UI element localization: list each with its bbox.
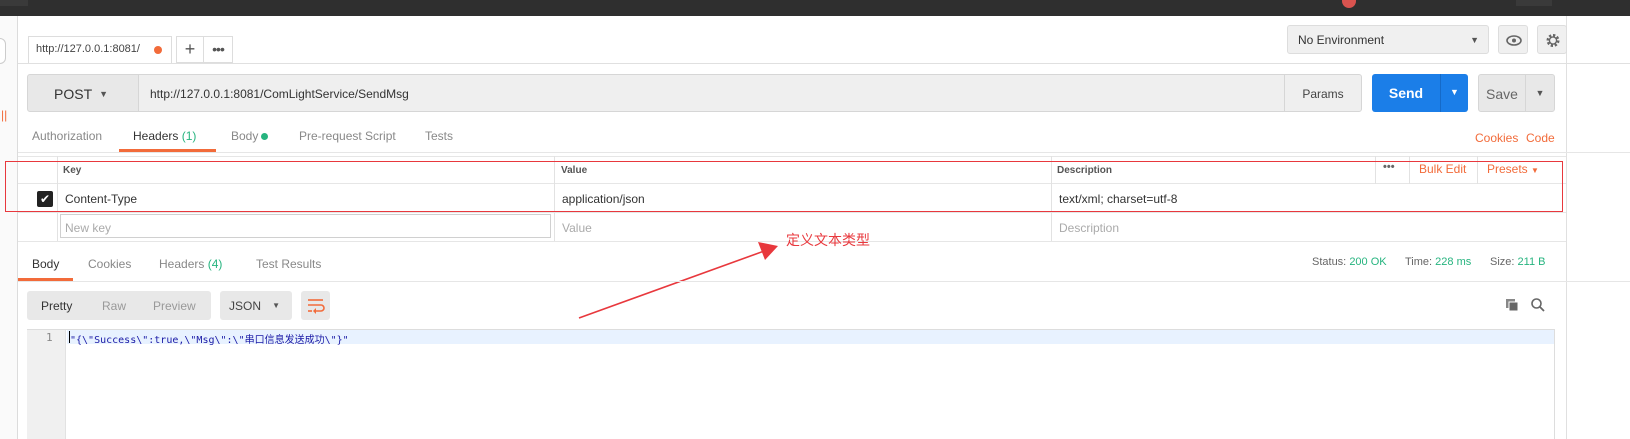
window-top-bar	[0, 0, 1630, 16]
response-tab-test-results[interactable]: Test Results	[256, 257, 321, 271]
tab-headers-count: (1)	[181, 129, 197, 143]
annotation-highlight-box	[5, 161, 1563, 212]
response-tab-headers-label: Headers	[159, 257, 205, 271]
caret-down-icon: ▼	[272, 301, 280, 310]
response-size: Size: 211 B	[1490, 256, 1545, 268]
code-link[interactable]: Code	[1526, 131, 1555, 145]
new-description-input[interactable]: Description	[1059, 221, 1119, 235]
tab-authorization[interactable]: Authorization	[32, 129, 102, 143]
environment-select-value: No Environment	[1298, 33, 1385, 47]
tab-body-label: Body	[231, 129, 259, 143]
response-status: Status: 200 OK	[1312, 256, 1387, 268]
params-button[interactable]: Params	[1284, 74, 1362, 112]
tab-headers-label: Headers	[133, 129, 179, 143]
line-number: 1	[46, 331, 53, 344]
plus-icon: +	[184, 39, 196, 59]
method-select[interactable]: POST ▼	[27, 74, 139, 112]
size-value: 211 B	[1517, 256, 1546, 268]
caret-down-icon: ▼	[1450, 87, 1459, 97]
sidebar-toggle-icon[interactable]	[0, 38, 6, 64]
language-select[interactable]: JSON ▼	[220, 291, 292, 320]
tab-options-button[interactable]: •••	[203, 36, 233, 63]
annotation-label: 定义文本类型	[786, 232, 870, 248]
size-label: Size:	[1490, 256, 1515, 268]
response-tab-body[interactable]: Body	[32, 257, 59, 271]
caret-down-icon: ▼	[99, 89, 108, 99]
tab-prerequest-script[interactable]: Pre-request Script	[299, 129, 396, 143]
tab-body[interactable]: Body	[231, 129, 269, 143]
send-button[interactable]: Send	[1372, 74, 1440, 112]
right-divider	[1566, 16, 1567, 439]
response-time: Time: 228 ms	[1405, 256, 1471, 268]
text-cursor	[69, 331, 70, 343]
time-label: Time:	[1405, 256, 1433, 268]
send-options-button[interactable]: ▼	[1440, 74, 1468, 112]
request-tab[interactable]: http://127.0.0.1:8081/	[28, 36, 172, 64]
new-key-input[interactable]: New key	[65, 221, 111, 235]
cookies-link[interactable]: Cookies	[1475, 131, 1518, 145]
tab-headers[interactable]: Headers (1)	[133, 129, 196, 143]
response-tab-cookies[interactable]: Cookies	[88, 257, 131, 271]
notification-badge-icon[interactable]	[1342, 0, 1356, 8]
sidebar-edge: ||	[0, 16, 18, 439]
caret-down-icon: ▼	[1535, 88, 1545, 98]
pretty-button[interactable]: Pretty	[41, 299, 72, 313]
row-divider	[18, 212, 1566, 213]
wrap-lines-button[interactable]	[301, 291, 330, 320]
caret-down-icon: ▼	[1470, 35, 1479, 45]
status-label: Status:	[1312, 256, 1347, 268]
search-icon	[1531, 298, 1545, 312]
request-tabs-divider	[18, 152, 1630, 153]
response-tab-headers[interactable]: Headers (4)	[159, 257, 222, 271]
status-value: 200 OK	[1349, 256, 1387, 268]
response-body-text[interactable]: "{\"Success\":true,\"Msg\":\"串口信息发送成功\"}…	[70, 331, 349, 346]
language-select-value: JSON	[229, 299, 262, 313]
new-tab-button[interactable]: +	[176, 36, 204, 63]
url-input[interactable]: http://127.0.0.1:8081/ComLightService/Se…	[138, 74, 1285, 112]
response-tabs-divider	[18, 281, 1630, 282]
gear-icon	[1546, 34, 1560, 47]
eye-icon	[1506, 35, 1522, 46]
copy-button[interactable]	[1504, 297, 1520, 316]
environment-select[interactable]: No Environment ▼	[1287, 25, 1489, 54]
more-icon: •••	[212, 41, 225, 57]
wrap-icon	[308, 299, 325, 314]
response-format-group: Pretty Raw Preview	[27, 291, 211, 320]
top-bar-tab-stub	[0, 0, 28, 6]
new-value-input[interactable]: Value	[562, 221, 592, 235]
raw-button[interactable]: Raw	[102, 299, 126, 313]
method-select-value: POST	[54, 86, 93, 102]
search-button[interactable]	[1530, 297, 1546, 316]
preview-button[interactable]: Preview	[153, 299, 196, 313]
save-button[interactable]: Save	[1478, 74, 1526, 112]
top-bar-control-stub	[1516, 0, 1552, 6]
tab-tests[interactable]: Tests	[425, 129, 453, 143]
copy-icon	[1506, 299, 1519, 312]
body-status-dot-icon	[261, 133, 269, 141]
unsaved-dot-icon	[154, 46, 162, 54]
response-tab-headers-count: (4)	[207, 257, 223, 271]
request-tab-title: http://127.0.0.1:8081/	[36, 43, 140, 55]
environment-quick-look-button[interactable]	[1498, 25, 1528, 54]
settings-button[interactable]	[1537, 25, 1567, 54]
new-key-input-box[interactable]	[60, 214, 551, 238]
tab-bar-divider	[18, 63, 1630, 64]
time-value: 228 ms	[1435, 256, 1472, 268]
arrow-annotation	[578, 242, 778, 319]
save-options-button[interactable]: ▼	[1525, 74, 1555, 112]
line-number-gutter	[27, 330, 66, 439]
sidebar-indicator-icon: ||	[1, 108, 8, 122]
